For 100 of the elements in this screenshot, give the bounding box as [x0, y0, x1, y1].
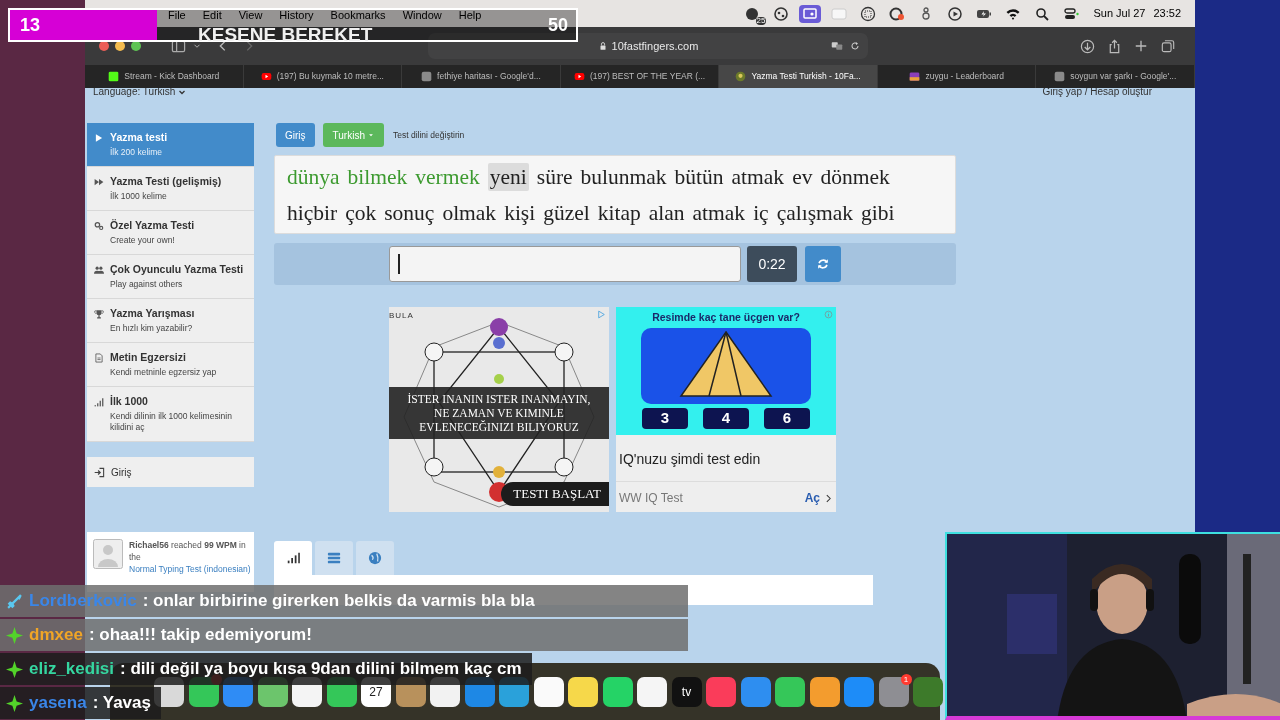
sidebar-item-subtitle: Play against others [110, 279, 184, 290]
word: bulunmak [580, 163, 667, 191]
download-icon[interactable] [1080, 38, 1095, 54]
sidebar-item-subtitle: Create your own! [110, 235, 176, 246]
sidebar-item-title: İlk 1000 [110, 395, 149, 408]
notification-badge: 1 [900, 673, 912, 685]
reload-icon[interactable] [849, 40, 861, 52]
document-icon [94, 353, 104, 363]
menu-item[interactable]: View [238, 10, 263, 21]
palette-icon [773, 5, 790, 22]
chat-text: : Yavaş [92, 692, 151, 715]
advertisement[interactable]: Resimde kaç tane üçgen var? 3 4 6 IQ'nuzu şimdi test edin WW IQ Test Aç [616, 307, 836, 512]
tab-overview-icon[interactable] [1161, 39, 1175, 53]
ad-open-link[interactable]: Aç [804, 489, 833, 507]
play-icon [94, 133, 104, 143]
app-icon[interactable] [602, 676, 633, 707]
login-button[interactable]: Giriş [276, 123, 315, 147]
refresh-button[interactable] [805, 246, 841, 282]
account-link[interactable]: Giriş yap / Hesap oluştur [1042, 88, 1152, 97]
sidebar-item[interactable]: Özel Yazma Testi Create your own! [87, 211, 254, 255]
screen-share-icon [802, 5, 819, 22]
square-favicon-icon [1054, 71, 1066, 82]
stats-tab[interactable] [274, 541, 312, 575]
menu-bar-time: 23:52 [1153, 6, 1181, 22]
browser-tab[interactable]: soygun var şarkı - Google'... [1036, 65, 1196, 88]
status-menu-item[interactable]: 25 [741, 4, 764, 23]
app-icon[interactable] [809, 676, 840, 707]
word: bilmek [347, 163, 408, 191]
sidebar-item[interactable]: Çok Oyunculu Yazma Testi Play against others [87, 255, 254, 299]
video-play-favicon-icon [573, 71, 585, 82]
word: kitap [597, 199, 641, 227]
app-icon[interactable] [775, 676, 805, 707]
browser-tab[interactable]: Stream - Kick Dashboard [85, 65, 244, 88]
typing-input-field[interactable] [389, 246, 741, 282]
stats-tab[interactable] [356, 541, 394, 575]
word: dönmek [820, 163, 890, 191]
control-center-icon [1063, 5, 1080, 22]
word: süre [536, 163, 573, 191]
sidebar-item-subtitle: İlk 200 kelime [110, 147, 163, 158]
sidebar-item[interactable]: Yazma Testi (gelişmiş) İlk 1000 kelime [87, 167, 254, 211]
gears-icon [94, 221, 104, 231]
answer-option[interactable]: 6 [764, 407, 810, 429]
ad-headline: NE ZAMAN VE KIMINLE [434, 406, 564, 420]
refresh-icon [816, 257, 830, 271]
caret-icon [178, 88, 187, 96]
ad-advertiser: WW IQ Test [619, 490, 683, 507]
goal-count: 13 [20, 13, 41, 37]
avatar-icon [93, 539, 123, 569]
app-icon[interactable]: tv [671, 676, 702, 707]
list-icon [327, 551, 341, 565]
menu-item[interactable]: Window [402, 10, 442, 21]
language-selector[interactable]: Language: Turkish [93, 88, 187, 97]
ad-headline: EVLENECEĞINIZI BILIYORUZ [419, 420, 579, 434]
word: alan [648, 199, 685, 227]
browser-tab[interactable]: Yazma Testi Turkish - 10Fa... [719, 65, 878, 88]
browser-tab[interactable]: zuygu - Leaderboard [877, 65, 1037, 88]
goal-title: KESENE BEREKET [198, 25, 373, 43]
new-tab-icon[interactable] [1134, 39, 1148, 53]
menu-item[interactable]: Help [458, 10, 482, 21]
sidebar-item[interactable]: Yazma Yarışması En hızlı kim yazabilir? [87, 299, 254, 343]
sidebar-item-subtitle: Kendi dilinin ilk 1000 kelimesinin kilidini aç [110, 411, 233, 433]
round-favicon-icon [735, 71, 747, 82]
browser-tab[interactable]: (197) Bu kuymak 10 metre... [243, 65, 403, 88]
word: çalışmak [776, 199, 854, 227]
sidebar-item[interactable]: Yazma testi İlk 200 kelime [87, 123, 254, 167]
menu-bar-date: Sun Jul 27 [1093, 6, 1146, 22]
translate-icon[interactable] [830, 40, 844, 52]
login-link[interactable]: Giriş [87, 457, 254, 487]
menu-item[interactable]: History [279, 10, 314, 21]
stats-tab[interactable] [315, 541, 353, 575]
app-icon[interactable] [568, 676, 598, 707]
word: yeni [487, 162, 529, 191]
app-icon[interactable] [533, 676, 564, 707]
word: sonuç [384, 199, 435, 227]
trophy-icon [94, 309, 104, 319]
sidebar-item-title: Yazma Testi (gelişmiş) [110, 175, 222, 188]
activity-link[interactable]: Normal Typing Test (indonesian) [129, 564, 251, 574]
sidebar-item[interactable]: İlk 1000 Kendi dilinin ilk 1000 kelimesinin kilidini aç [87, 387, 254, 442]
ad-headline: İSTER INANIN ISTER INANMAYIN, [407, 392, 591, 406]
app-icon[interactable] [913, 676, 943, 707]
answer-option[interactable]: 4 [703, 407, 749, 429]
share-icon[interactable] [1107, 38, 1122, 54]
app-icon[interactable]: 1 [878, 676, 909, 707]
word: vermek [415, 163, 480, 191]
sidebar-item-title: Özel Yazma Testi [110, 219, 195, 232]
menu-item[interactable]: Bookmarks [330, 10, 386, 21]
square-favicon-icon [421, 71, 433, 82]
address-bar[interactable]: 10fastfingers.com [428, 33, 868, 59]
ad-question: Resimde kaç tane üçgen var? [652, 310, 800, 325]
sidebar-item[interactable]: Metin Egzersizi Kendi metninle egzersiz yap [87, 343, 254, 387]
menu-item[interactable]: Edit [202, 10, 222, 21]
sidebar-item-title: Yazma Yarışması [110, 307, 195, 320]
start-test-button[interactable]: TESTI BAŞLAT [501, 482, 609, 506]
url-text: 10fastfingers.com [611, 38, 699, 54]
answer-option[interactable]: 3 [642, 407, 688, 429]
login-icon [94, 466, 105, 478]
browser-tab[interactable]: fethiye haritası - Google'd... [402, 65, 561, 88]
app-icon[interactable] [637, 676, 667, 707]
menu-item[interactable]: File [168, 10, 186, 21]
chat-username: eliz_kedisi [29, 658, 115, 681]
